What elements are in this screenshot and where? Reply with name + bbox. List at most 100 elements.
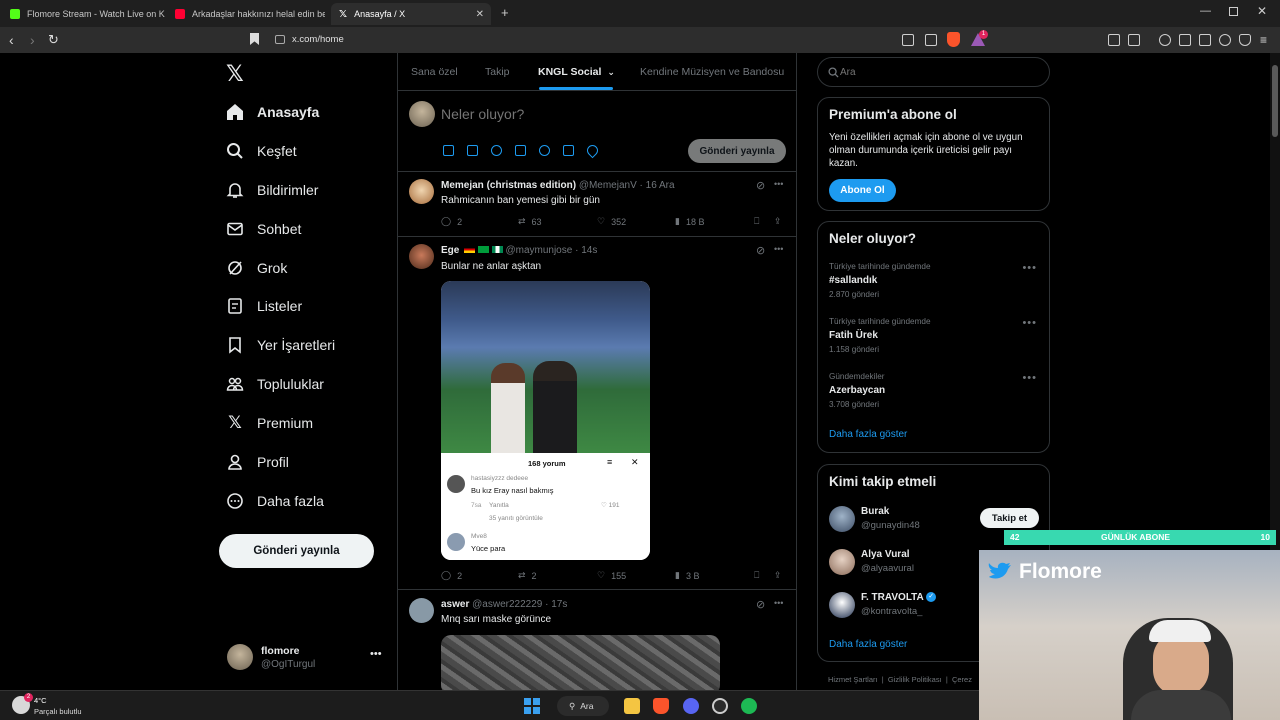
views-button[interactable]: ▮ 3 B (675, 570, 699, 581)
discord-icon[interactable] (683, 698, 699, 714)
repost-button[interactable]: ⇄ 63 (518, 216, 542, 227)
tab-kick[interactable]: Flomore Stream - Watch Live on Kick (2, 3, 165, 25)
tab-youtube[interactable]: Arkadaşlar hakkınızı helal edin ben gi (167, 3, 325, 25)
author-handle[interactable]: @MemejanV (579, 180, 637, 191)
repost-button[interactable]: ⇄ 2 (518, 570, 537, 581)
schedule-icon[interactable] (563, 145, 574, 156)
account-switcher[interactable]: flomore @OgITurgul ••• (219, 638, 389, 678)
start-windows-icon[interactable] (524, 698, 540, 714)
share-button[interactable]: ⇪ (774, 570, 782, 581)
nav-communities[interactable]: Topluluklar (226, 372, 324, 396)
bookmark-button[interactable]: ⎕ (754, 216, 759, 227)
footer-privacy[interactable]: Gizlilik Politikası (888, 675, 942, 684)
location-icon[interactable] (584, 142, 601, 159)
more-dots-icon[interactable]: ••• (1022, 262, 1037, 274)
grok-icon[interactable]: ⊘ (756, 179, 765, 192)
nav-more[interactable]: Daha fazla (226, 489, 324, 513)
avatar[interactable] (409, 598, 434, 623)
more-dots-icon[interactable]: ••• (1022, 317, 1037, 329)
url-field[interactable]: x.com/home (292, 34, 344, 45)
menu-icon[interactable]: ≡ (1260, 33, 1267, 47)
taskbar-search[interactable]: ⚲ Ara (557, 696, 609, 716)
who-show-more[interactable]: Daha fazla göster (829, 639, 907, 650)
x-logo-icon[interactable]: 𝕏 (226, 61, 244, 87)
more-dots-icon[interactable]: ••• (774, 179, 783, 189)
obs-icon[interactable] (712, 698, 728, 714)
more-dots-icon[interactable]: ••• (1022, 372, 1037, 384)
more-dots-icon[interactable]: ••• (774, 598, 783, 608)
nav-profile[interactable]: Profil (226, 450, 289, 474)
spotify-icon[interactable] (741, 698, 757, 714)
brave-shields-icon[interactable] (947, 32, 960, 47)
nav-explore[interactable]: Keşfet (226, 139, 297, 163)
like-button[interactable]: ♡ 352 (597, 216, 626, 227)
share-button[interactable]: ⇪ (774, 216, 782, 227)
vpn-icon[interactable] (1239, 34, 1251, 46)
compose-post-button[interactable]: Gönderi yayınla (688, 139, 786, 163)
tab-x-home[interactable]: 𝕏 Anasayfa / X ✕ (331, 3, 491, 25)
like-button[interactable]: ♡ 155 (597, 570, 626, 581)
tab-kngl-social[interactable]: KNGL Social ⌄ (538, 66, 615, 78)
post-image[interactable]: 168 yorum ≡ ✕ hastasiyzzz dedeee Bu kız … (441, 281, 650, 560)
sidebar-post-button[interactable]: Gönderi yayınla (219, 534, 374, 568)
tab-following[interactable]: Takip (485, 66, 510, 78)
author-handle[interactable]: @aswer222229 (472, 599, 542, 610)
post-time[interactable]: · 16 Ara (640, 180, 675, 191)
avatar[interactable] (409, 179, 434, 204)
post-image[interactable] (441, 635, 720, 690)
bookmark-page-icon[interactable] (250, 33, 259, 45)
post-time[interactable]: · 14s (575, 245, 597, 256)
footer-cookies[interactable]: Çerez (952, 675, 972, 684)
reload-icon[interactable]: ↻ (48, 32, 59, 48)
search-input[interactable] (840, 65, 1030, 79)
scrollbar-thumb[interactable] (1272, 65, 1278, 137)
post[interactable]: aswer @aswer222229 · 17s ⊘ ••• Mnq sarı … (398, 590, 796, 690)
footer-terms[interactable]: Hizmet Şartları (828, 675, 878, 684)
grok-icon[interactable]: ⊘ (756, 244, 765, 257)
close-window-button[interactable]: ✕ (1257, 4, 1267, 18)
nav-lists[interactable]: Listeler (226, 294, 302, 318)
nav-home[interactable]: Anasayfa (226, 100, 319, 124)
new-tab-button[interactable]: + (501, 5, 509, 20)
sidebar-icon[interactable] (1179, 34, 1191, 46)
author-name[interactable]: Ege (441, 245, 459, 256)
cast-icon[interactable] (902, 34, 914, 46)
nav-messages[interactable]: Sohbet (226, 217, 301, 241)
reply-button[interactable]: ◯ 2 (441, 570, 462, 581)
back-icon[interactable]: ‹ (9, 32, 14, 48)
nav-notifications[interactable]: Bildirimler (226, 178, 318, 202)
forward-icon[interactable]: › (30, 32, 35, 48)
avatar[interactable] (409, 244, 434, 269)
minimize-button[interactable]: — (1200, 5, 1211, 17)
author-name[interactable]: aswer (441, 599, 469, 610)
follow-button[interactable]: Takip et (980, 508, 1039, 528)
media-icon[interactable] (443, 145, 454, 156)
more-dots-icon[interactable]: ••• (774, 244, 783, 254)
nav-grok[interactable]: Grok (226, 256, 287, 280)
trend-item[interactable]: Türkiye tarihinde gündemde Fatih Ürek 1.… (818, 315, 1049, 363)
share-icon[interactable] (925, 34, 937, 46)
gif-icon[interactable] (467, 145, 478, 156)
author-name[interactable]: Memejan (christmas edition) (441, 180, 576, 191)
maximize-button[interactable] (1229, 7, 1238, 16)
trend-item[interactable]: Gündemdekiler Azerbaycan 3.708 gönderi •… (818, 370, 1049, 418)
post[interactable]: Memejan (christmas edition) @MemejanV · … (398, 172, 796, 236)
subscribe-button[interactable]: Abone Ol (829, 179, 896, 202)
reply-button[interactable]: ◯ 2 (441, 216, 462, 227)
grok-icon[interactable]: ⊘ (756, 598, 765, 611)
extensions-icon[interactable] (1108, 34, 1120, 46)
screenshot-icon[interactable] (1128, 34, 1140, 46)
author-handle[interactable]: @maymunjose (505, 245, 572, 256)
compose-input[interactable] (441, 104, 741, 124)
grok-icon[interactable] (491, 145, 502, 156)
post[interactable]: Ege @maymunjose · 14s ⊘ ••• Bunlar ne an… (398, 237, 796, 589)
nav-premium[interactable]: 𝕏 Premium (226, 411, 313, 435)
brave-browser-icon[interactable] (653, 698, 669, 714)
close-tab-icon[interactable]: ✕ (476, 9, 484, 20)
poll-icon[interactable] (515, 145, 526, 156)
views-button[interactable]: ▮ 18 B (675, 216, 704, 227)
site-info-icon[interactable] (275, 35, 285, 44)
trend-item[interactable]: Türkiye tarihinde gündemde #sallandık 2.… (818, 260, 1049, 308)
file-explorer-icon[interactable] (624, 698, 640, 714)
bookmark-button[interactable]: ⎕ (754, 570, 759, 581)
